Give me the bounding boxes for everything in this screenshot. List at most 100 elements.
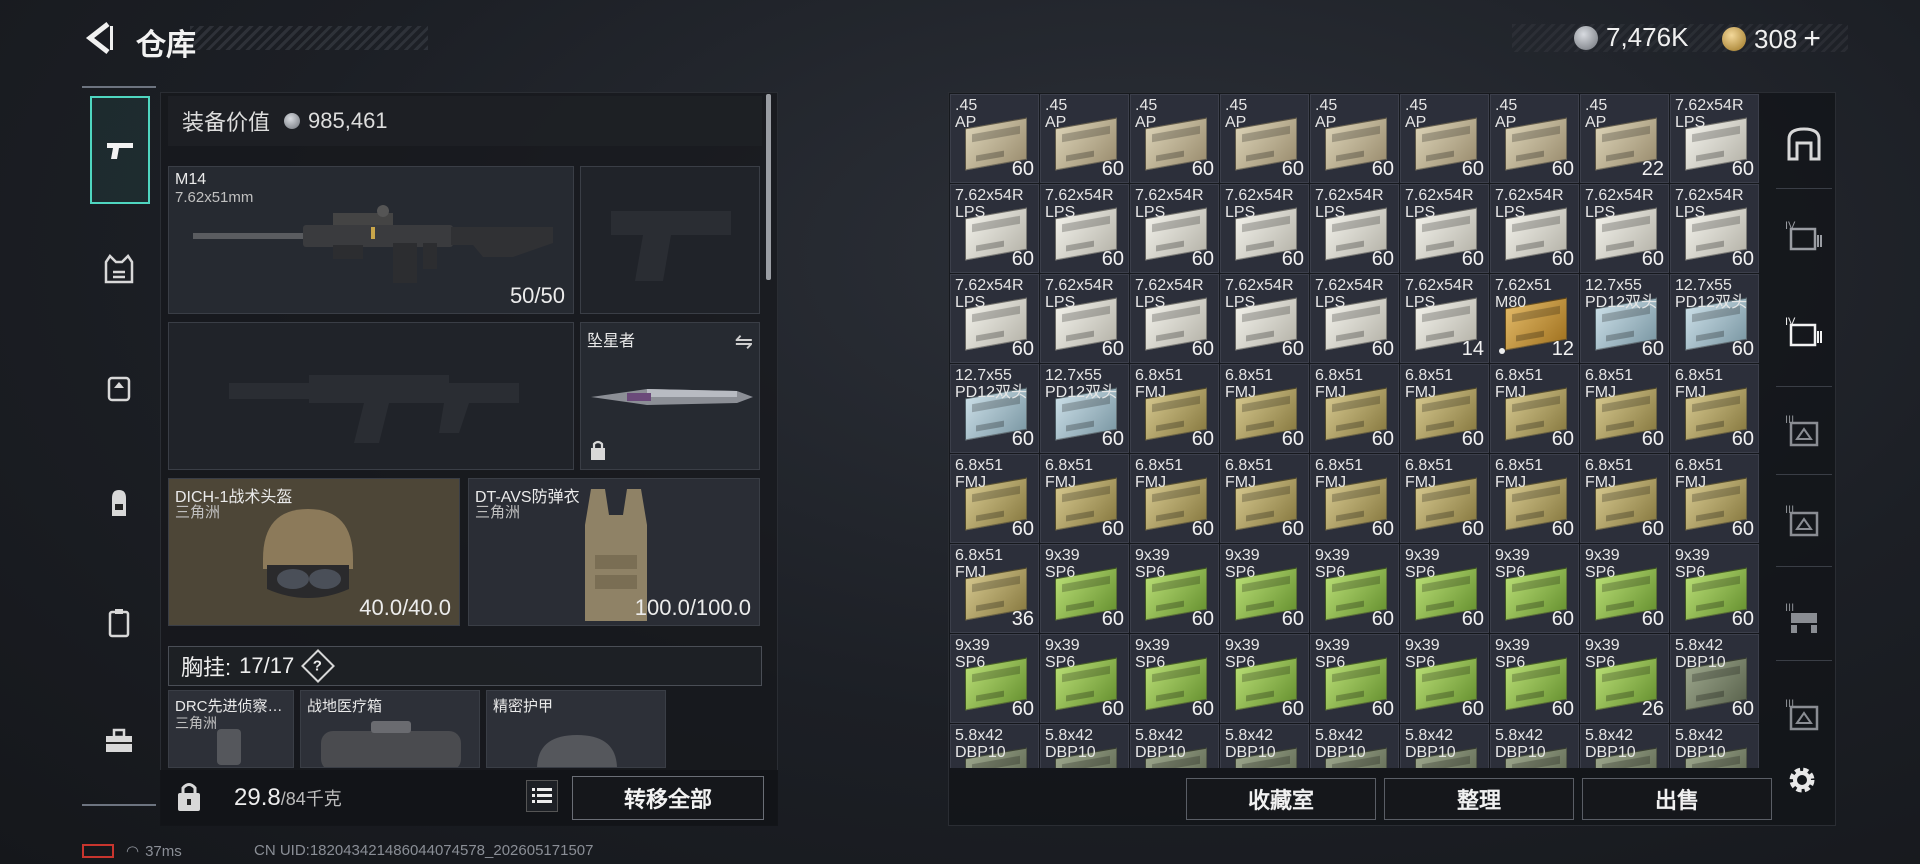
rail-tab-crate-iv-active[interactable]: IV [1778,306,1830,358]
stash-item[interactable]: 9x39 SP6 60 [1580,544,1669,633]
stash-item[interactable]: 5.8x42 DBP10 [1670,724,1759,768]
stash-item[interactable]: 7.62x54R LPS 60 [1130,274,1219,363]
stash-item[interactable]: 9x39 SP6 60 [1220,544,1309,633]
rail-tab-weapons[interactable] [90,96,150,204]
stash-item[interactable]: 6.8x51 FMJ 60 [950,454,1039,543]
stash-item[interactable]: .45 AP 60 [1220,94,1309,183]
stash-item[interactable]: .45 AP 60 [1040,94,1129,183]
stash-item[interactable]: 5.8x42 DBP10 [1040,724,1129,768]
stash-item[interactable]: .45 AP 60 [1310,94,1399,183]
stash-item[interactable]: 7.62x54R LPS 60 [1670,184,1759,273]
stash-item[interactable]: 6.8x51 FMJ 60 [1220,454,1309,543]
stash-item[interactable]: 7.62x54R LPS 60 [1220,274,1309,363]
stash-item[interactable]: 9x39 SP6 60 [1400,634,1489,723]
stash-item[interactable]: 5.8x42 DBP10 [950,724,1039,768]
stash-item[interactable]: 7.62x54R LPS 60 [1040,274,1129,363]
rail-tab-backpack[interactable] [90,362,148,412]
stash-item[interactable]: 9x39 SP6 60 [1490,634,1579,723]
rail-tab-case[interactable] [90,598,148,648]
stash-item[interactable]: 7.62x54R LPS 60 [1400,184,1489,273]
stash-item[interactable]: .45 AP 60 [1400,94,1489,183]
stash-item[interactable]: .45 AP 60 [1490,94,1579,183]
stash-item[interactable]: 7.62x54R LPS 60 [950,274,1039,363]
currency-add-button[interactable]: + [1803,22,1821,56]
stash-item[interactable]: 7.62x54R LPS 60 [1130,184,1219,273]
stash-item[interactable]: 12.7x55 PD12双头 60 [1670,274,1759,363]
swap-icon[interactable]: ⇋ [735,329,753,355]
stash-item[interactable]: 9x39 SP6 60 [1310,634,1399,723]
stash-item[interactable]: 9x39 SP6 60 [1040,544,1129,633]
stash-item[interactable]: 6.8x51 FMJ 60 [1580,364,1669,453]
stash-item[interactable]: 6.8x51 FMJ 60 [1490,454,1579,543]
rail-tab-crate-iii-a[interactable]: III [1778,404,1830,456]
stash-item[interactable]: .45 AP 60 [1130,94,1219,183]
sort-button[interactable]: 整理 [1384,778,1574,820]
collection-room-button[interactable]: 收藏室 [1186,778,1376,820]
stash-item[interactable]: 5.8x42 DBP10 [1310,724,1399,768]
stash-item[interactable]: 5.8x42 DBP10 [1490,724,1579,768]
stash-item[interactable]: 6.8x51 FMJ 60 [1580,454,1669,543]
melee-slot[interactable]: 坠星者 ⇋ [580,322,760,470]
stash-item[interactable]: 6.8x51 FMJ 60 [1400,454,1489,543]
secondary-weapon-slot-empty[interactable] [168,322,574,470]
stash-item[interactable]: 12.7x55 PD12双头 60 [1040,364,1129,453]
stash-item[interactable]: 9x39 SP6 60 [1670,544,1759,633]
stash-item[interactable]: 7.62x54R LPS 60 [1220,184,1309,273]
stash-item[interactable]: 5.8x42 DBP10 [1130,724,1219,768]
stash-item[interactable]: 6.8x51 FMJ 60 [1310,454,1399,543]
stash-item[interactable]: 9x39 SP6 60 [950,634,1039,723]
stash-item[interactable]: 5.8x42 DBP10 [1220,724,1309,768]
loadout-scrollbar[interactable] [766,94,771,280]
rail-tab-crate-iii-c[interactable]: III [1778,592,1830,644]
stash-item[interactable]: 6.8x51 FMJ 60 [1310,364,1399,453]
stash-item[interactable]: 7.62x54R LPS 60 [1310,274,1399,363]
rig-item-slot-3[interactable]: 精密护甲 [486,690,666,768]
back-arrow-icon[interactable] [82,20,114,56]
stash-item[interactable]: 6.8x51 FMJ 60 [1220,364,1309,453]
primary-weapon-slot[interactable]: M14 7.62x51mm 50/50 [168,166,574,314]
stash-item[interactable]: 6.8x51 FMJ 60 [1670,364,1759,453]
stash-item[interactable]: 6.8x51 FMJ 60 [1130,454,1219,543]
rail-tab-pack[interactable] [90,478,148,528]
stash-item[interactable]: 9x39 SP6 60 [1130,544,1219,633]
stash-item[interactable]: 5.8x42 DBP10 [1400,724,1489,768]
stash-item[interactable]: 9x39 SP6 60 [1130,634,1219,723]
pistol-slot-empty[interactable] [580,166,760,314]
currency-gold[interactable]: 308 + [1722,22,1821,56]
stash-item[interactable]: 7.62x54R LPS 60 [1040,184,1129,273]
rig-item-slot-2[interactable]: 战地医疗箱 [300,690,480,768]
stash-item[interactable]: 9x39 SP6 60 [1400,544,1489,633]
stash-item[interactable]: 6.8x51 FMJ 36 [950,544,1039,633]
stash-item[interactable]: 7.62x54R LPS 60 [1310,184,1399,273]
stash-item[interactable]: 5.8x42 DBP10 60 [1670,634,1759,723]
rail-tab-crate-iii-b[interactable]: III [1778,494,1830,546]
list-view-button[interactable] [526,780,558,812]
stash-item[interactable]: 6.8x51 FMJ 60 [1400,364,1489,453]
stash-item[interactable]: 6.8x51 FMJ 60 [1670,454,1759,543]
stash-item[interactable]: 9x39 SP6 60 [1310,544,1399,633]
stash-item[interactable]: 7.62x54R LPS 60 [1490,184,1579,273]
stash-item[interactable]: 6.8x51 FMJ 60 [1040,454,1129,543]
rig-item-slot-1[interactable]: DRC先进侦察… 三角洲 [168,690,294,768]
rail-tab-toolbox[interactable] [90,716,148,766]
stash-item[interactable]: 12.7x55 PD12双头 60 [1580,274,1669,363]
stash-item[interactable]: .45 AP 22 [1580,94,1669,183]
rig-help-icon[interactable]: ? [301,649,336,683]
stash-item[interactable]: 9x39 SP6 60 [1490,544,1579,633]
stash-item[interactable]: 5.8x42 DBP10 [1580,724,1669,768]
rail-tab-home[interactable] [1778,118,1830,170]
stash-item[interactable]: 12.7x55 PD12双头 60 [950,364,1039,453]
stash-item[interactable]: 7.62x54R LPS 60 [1580,184,1669,273]
gear-icon[interactable] [1784,762,1820,798]
stash-item[interactable]: 7.62x51 M80 12 [1490,274,1579,363]
stash-item[interactable]: 9x39 SP6 26 [1580,634,1669,723]
stash-item[interactable]: 6.8x51 FMJ 60 [1130,364,1219,453]
stash-item[interactable]: 9x39 SP6 60 [1040,634,1129,723]
helmet-slot[interactable]: DICH-1战术头盔 三角洲 40.0/40.0 [168,478,460,626]
stash-item[interactable]: 7.62x54R LPS 60 [950,184,1039,273]
rail-tab-crate-iv[interactable]: IV [1778,210,1830,262]
stash-item[interactable]: 6.8x51 FMJ 60 [1490,364,1579,453]
stash-item[interactable]: .45 AP 60 [950,94,1039,183]
rail-tab-armor[interactable] [90,244,148,294]
sell-button[interactable]: 出售 [1582,778,1772,820]
